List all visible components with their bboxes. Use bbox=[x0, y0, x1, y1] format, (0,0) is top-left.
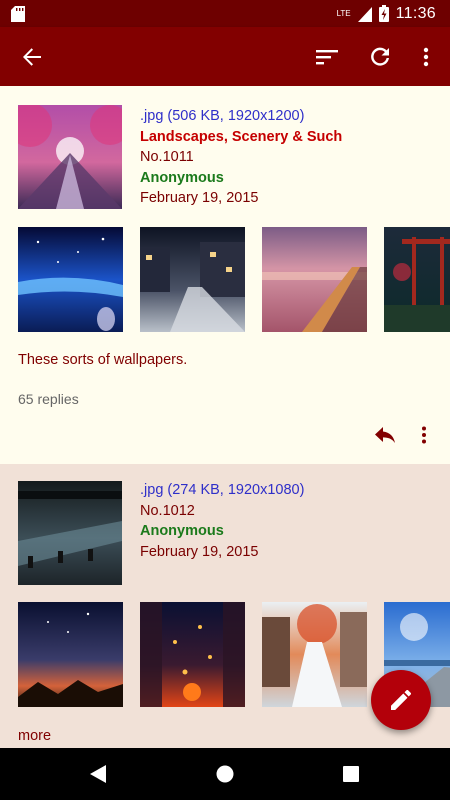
gallery-image[interactable] bbox=[262, 602, 367, 707]
thread-info: .jpg (506 KB, 1920x1200) Landscapes, Sce… bbox=[140, 106, 342, 209]
file-info-link[interactable]: .jpg (274 KB, 1920x1080) bbox=[140, 480, 304, 501]
reply-button[interactable] bbox=[370, 422, 400, 448]
thread-thumbnail[interactable] bbox=[18, 481, 122, 585]
more-link[interactable]: more bbox=[18, 728, 51, 744]
nav-home-icon bbox=[216, 765, 234, 783]
back-button[interactable] bbox=[8, 27, 56, 86]
system-nav-bar bbox=[0, 748, 450, 800]
sd-card-icon bbox=[11, 6, 25, 22]
post-date: February 19, 2015 bbox=[140, 543, 259, 560]
post-options-button[interactable] bbox=[412, 422, 436, 448]
nav-home-button[interactable] bbox=[195, 748, 255, 800]
reply-icon bbox=[375, 427, 395, 443]
status-bar: LTE 11:36 bbox=[0, 0, 450, 27]
thread-subject: Landscapes, Scenery & Such bbox=[140, 128, 343, 145]
back-arrow-icon bbox=[23, 47, 41, 66]
thread-card[interactable]: .jpg (506 KB, 1920x1200) Landscapes, Sce… bbox=[0, 86, 450, 464]
post-number[interactable]: No.1011 bbox=[140, 147, 342, 168]
lte-signal-icon bbox=[357, 6, 372, 22]
overflow-menu-icon bbox=[423, 47, 429, 66]
nav-recents-icon bbox=[343, 766, 359, 782]
pencil-icon bbox=[391, 690, 411, 710]
gallery-image[interactable] bbox=[140, 227, 245, 332]
reply-count[interactable]: 65 replies bbox=[18, 391, 79, 407]
poster-name: Anonymous bbox=[140, 169, 224, 186]
sort-button[interactable] bbox=[303, 27, 351, 86]
battery-charging-icon bbox=[378, 5, 389, 22]
thread-thumbnail[interactable] bbox=[18, 105, 122, 209]
gallery-image[interactable] bbox=[262, 227, 367, 332]
overflow-menu-icon bbox=[422, 426, 426, 444]
refresh-icon bbox=[371, 47, 389, 66]
nav-back-button[interactable] bbox=[68, 748, 128, 800]
poster-name: Anonymous bbox=[140, 523, 224, 539]
gallery-image[interactable] bbox=[18, 227, 123, 332]
nav-back-icon bbox=[90, 765, 106, 783]
post-number[interactable]: No.1012 bbox=[140, 501, 304, 522]
gallery-image[interactable] bbox=[384, 227, 450, 332]
gallery-image[interactable] bbox=[18, 602, 123, 707]
compose-fab[interactable] bbox=[371, 670, 431, 730]
overflow-menu-button[interactable] bbox=[402, 27, 450, 86]
refresh-button[interactable] bbox=[356, 27, 404, 86]
nav-recents-button[interactable] bbox=[321, 748, 381, 800]
network-type-label: LTE bbox=[336, 8, 351, 18]
gallery-image[interactable] bbox=[140, 602, 245, 707]
sort-icon bbox=[316, 49, 338, 64]
thread-info: .jpg (274 KB, 1920x1080) No.1012 Anonymo… bbox=[140, 480, 304, 562]
file-info-link[interactable]: .jpg (506 KB, 1920x1200) bbox=[140, 106, 342, 127]
thread-comment: These sorts of wallpapers. bbox=[18, 352, 188, 368]
app-toolbar bbox=[0, 27, 450, 86]
post-date: February 19, 2015 bbox=[140, 190, 259, 206]
status-time: 11:36 bbox=[395, 4, 436, 22]
